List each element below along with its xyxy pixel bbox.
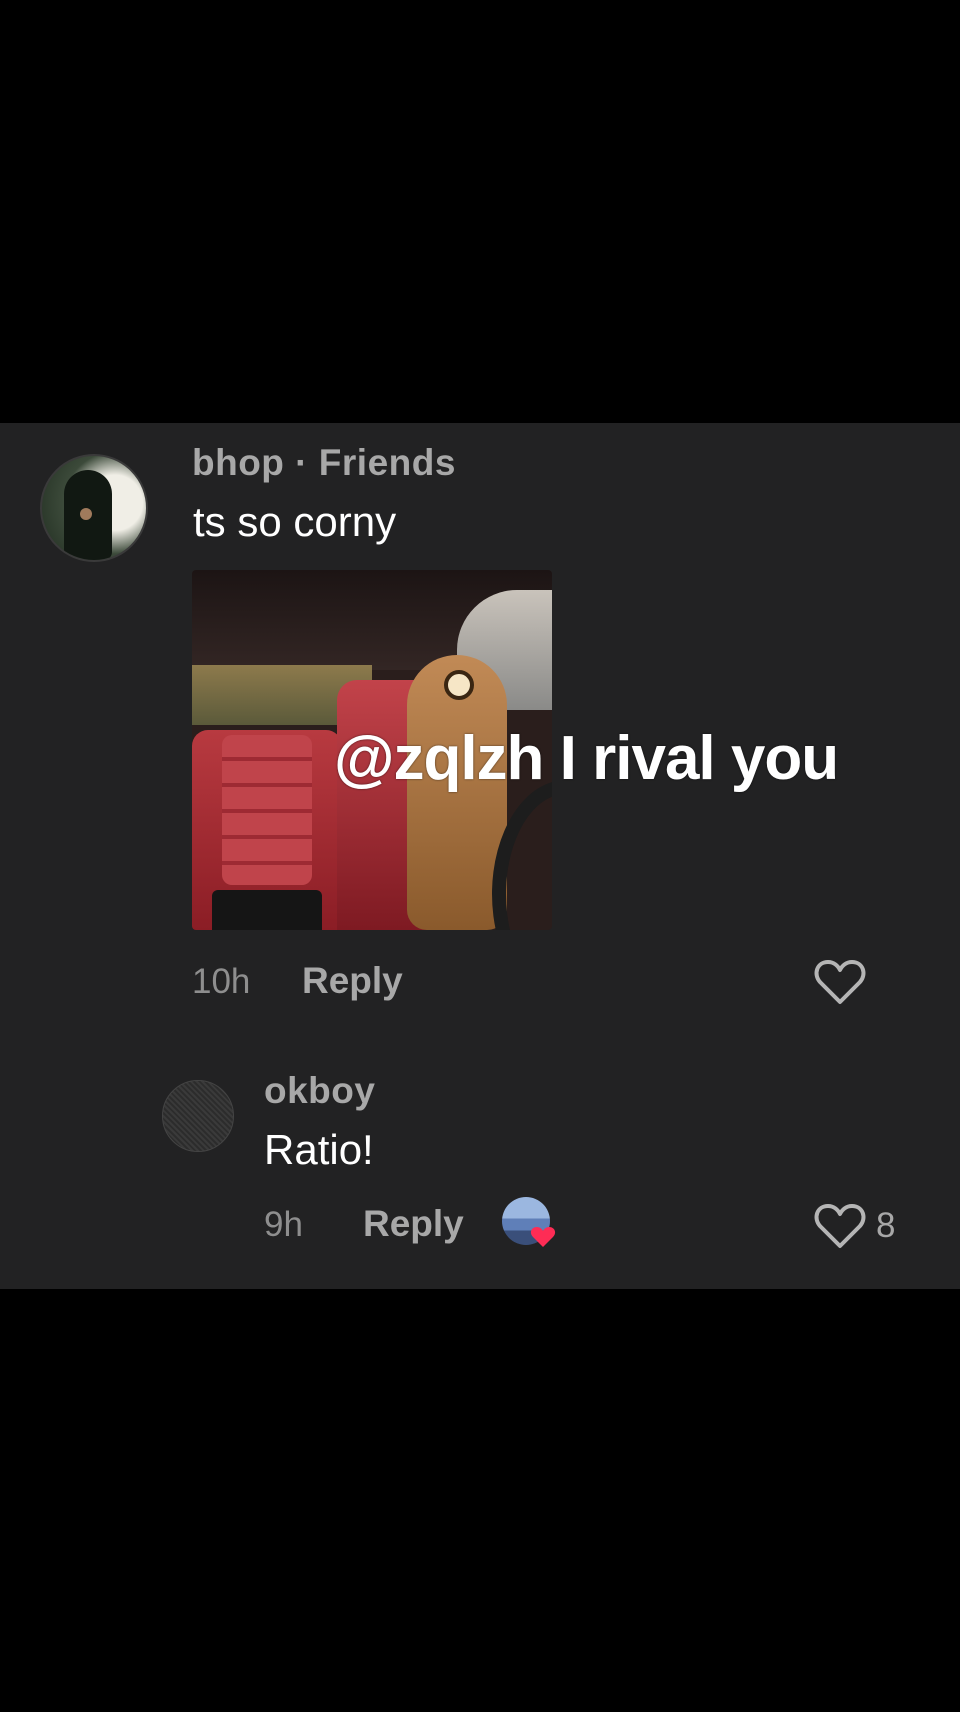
gif-figure-eye bbox=[444, 670, 474, 700]
creator-liked-avatar bbox=[502, 1197, 556, 1247]
comment-username[interactable]: bhop · Friends bbox=[192, 442, 456, 484]
reply-heart-icon[interactable] bbox=[814, 1202, 866, 1250]
reply-username[interactable]: okboy bbox=[264, 1070, 375, 1112]
reply-like-count: 8 bbox=[876, 1206, 896, 1245]
liked-heart-icon bbox=[530, 1227, 556, 1247]
gif-console bbox=[212, 890, 322, 930]
reply-reply-button[interactable]: Reply bbox=[363, 1203, 464, 1245]
reply-user-avatar[interactable] bbox=[162, 1080, 234, 1152]
user-avatar[interactable] bbox=[40, 454, 148, 562]
reply-text: Ratio! bbox=[264, 1126, 374, 1173]
avatar-photo-detail bbox=[80, 508, 92, 520]
gif-caption: @zqlzh I rival you bbox=[334, 724, 839, 793]
gif-seat-stitching bbox=[222, 735, 312, 885]
reply-time: 9h bbox=[264, 1205, 303, 1244]
heart-icon[interactable] bbox=[814, 958, 866, 1006]
comment-text: ts so corny bbox=[193, 498, 397, 545]
comment-time: 10h bbox=[192, 962, 251, 1001]
reply-button[interactable]: Reply bbox=[302, 960, 403, 1002]
